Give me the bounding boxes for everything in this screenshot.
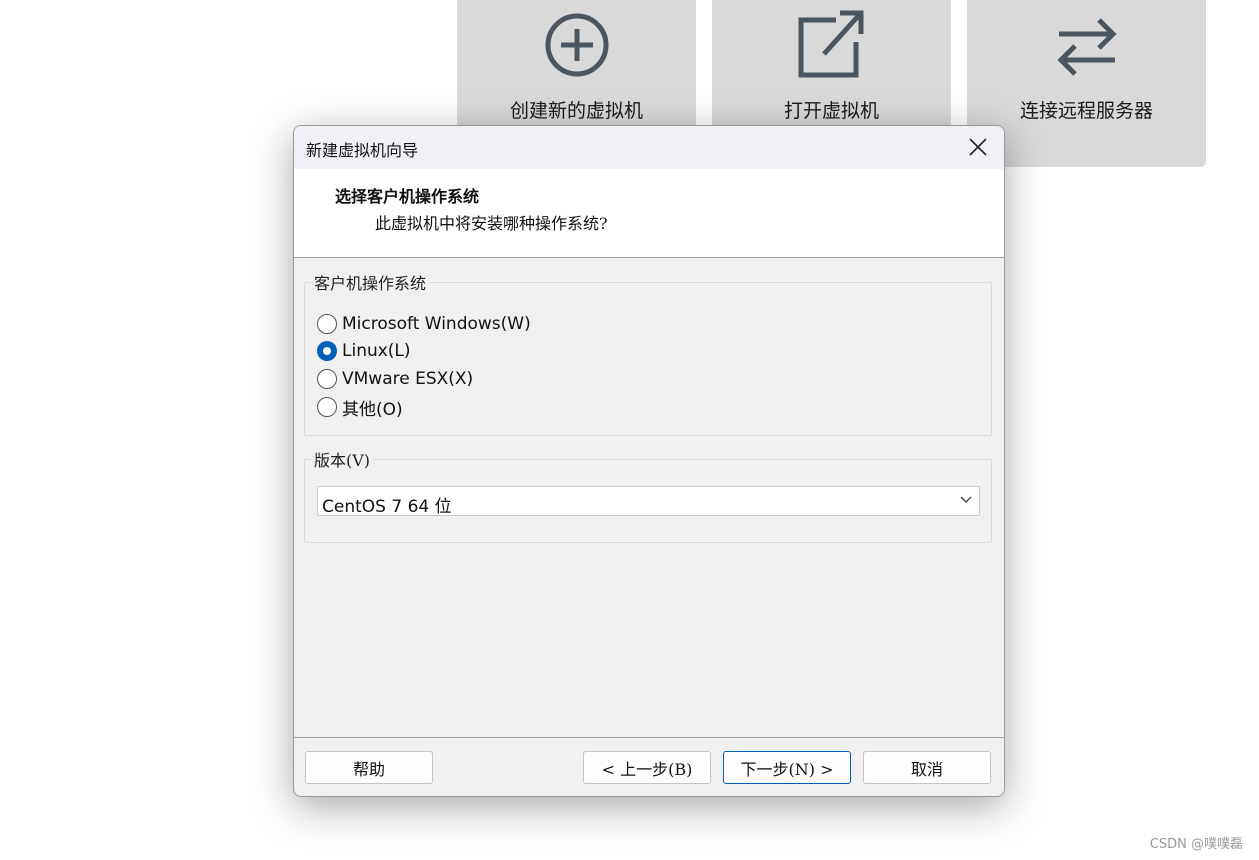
version-select-value: CentOS 7 64 位: [322, 497, 452, 517]
radio-label: 其他(O): [342, 399, 403, 420]
radio-button[interactable]: [317, 397, 337, 417]
radio-label: Microsoft Windows(W): [342, 314, 531, 334]
wizard-step-title: 选择客户机操作系统: [335, 187, 480, 206]
tile-connect-remote-label: 连接远程服务器: [1019, 100, 1153, 122]
version-select[interactable]: CentOS 7 64 位: [317, 486, 980, 517]
close-icon: [969, 138, 987, 156]
tile-create-vm-label: 创建新的虚拟机: [509, 100, 643, 122]
footer-divider: [294, 737, 1004, 738]
help-button[interactable]: 帮助: [305, 751, 433, 784]
guest-os-group-title: 客户机操作系统: [311, 270, 430, 294]
radio-button[interactable]: [317, 369, 337, 389]
new-vm-wizard-dialog: 新建虚拟机向导 选择客户机操作系统 此虚拟机中将安装哪种操作系统? 客户机操作系…: [293, 125, 1005, 797]
guest-os-group: 客户机操作系统 Microsoft Windows(W) Linux(L) VM…: [304, 270, 992, 436]
cancel-button[interactable]: 取消: [863, 751, 991, 784]
chevron-down-icon: [960, 496, 972, 503]
watermark: CSDN @噗噗磊: [1149, 837, 1243, 852]
wizard-header: 选择客户机操作系统 此虚拟机中将安装哪种操作系统?: [294, 169, 1004, 258]
swap-arrows-icon: [1051, 8, 1123, 84]
version-group-title: 版本(V): [311, 447, 374, 471]
close-button[interactable]: [962, 133, 994, 161]
radio-button[interactable]: [317, 314, 337, 334]
next-button[interactable]: 下一步(N) >: [723, 751, 851, 784]
radio-os-other[interactable]: 其他(O): [317, 395, 403, 420]
radio-button-checked[interactable]: [317, 341, 337, 361]
tile-open-vm-label: 打开虚拟机: [783, 100, 879, 122]
radio-os-windows[interactable]: Microsoft Windows(W): [317, 312, 531, 336]
dialog-title: 新建虚拟机向导: [306, 141, 419, 160]
radio-label: Linux(L): [342, 341, 411, 361]
external-open-icon: [796, 8, 868, 84]
radio-os-linux[interactable]: Linux(L): [317, 339, 411, 363]
plus-circle-icon: [542, 8, 612, 82]
radio-os-vmware-esx[interactable]: VMware ESX(X): [317, 367, 473, 391]
version-group: 版本(V) CentOS 7 64 位: [304, 447, 992, 543]
back-button[interactable]: < 上一步(B): [583, 751, 711, 784]
dialog-titlebar: 新建虚拟机向导: [294, 126, 1004, 169]
radio-label: VMware ESX(X): [342, 369, 474, 389]
wizard-step-subtitle: 此虚拟机中将安装哪种操作系统?: [375, 214, 608, 233]
